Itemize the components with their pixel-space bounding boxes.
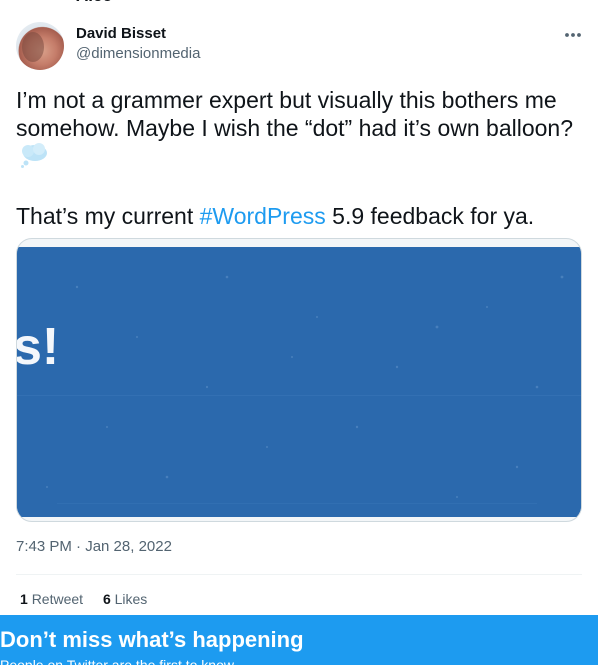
likes-label: Likes bbox=[114, 591, 148, 607]
media-texture bbox=[17, 247, 581, 517]
avatar[interactable] bbox=[16, 22, 64, 70]
likes-stat[interactable]: 6 Likes bbox=[103, 591, 147, 607]
thought-balloon-icon bbox=[20, 142, 48, 174]
banner-subtitle: People on Twitter are the first to know. bbox=[0, 657, 238, 665]
hashtag-link[interactable]: #WordPress bbox=[200, 203, 326, 229]
banner-title: Don’t miss what’s happening bbox=[0, 627, 304, 652]
more-dots-icon bbox=[565, 33, 581, 37]
previous-tweet-fragment: Alec bbox=[76, 0, 112, 6]
divider bbox=[16, 574, 582, 575]
more-options-button[interactable] bbox=[560, 22, 586, 48]
avatar-shade bbox=[22, 32, 44, 62]
retweets-stat[interactable]: 1 Retweet bbox=[20, 591, 83, 607]
tweet-line-1: I’m not a grammer expert but visually th… bbox=[16, 87, 573, 141]
retweets-count: 1 bbox=[20, 591, 28, 607]
tweet-media[interactable]: s! bbox=[16, 238, 582, 522]
media-visible-text: s! bbox=[17, 318, 60, 376]
author-display-name[interactable]: David Bisset bbox=[76, 25, 166, 42]
retweets-label: Retweet bbox=[31, 591, 84, 607]
tweet-stats: 1 Retweet 6 Likes bbox=[20, 591, 163, 607]
likes-count: 6 bbox=[102, 591, 111, 607]
signup-banner: Don’t miss what’s happening People on Tw… bbox=[0, 615, 598, 665]
tweet-text: I’m not a grammer expert but visually th… bbox=[16, 86, 584, 230]
tweet-line-2-prefix: That’s my current bbox=[16, 203, 200, 229]
author-handle[interactable]: @dimensionmedia bbox=[76, 45, 200, 62]
media-image: s! bbox=[17, 247, 581, 517]
tweet-timestamp[interactable]: 7:43 PM · Jan 28, 2022 bbox=[16, 538, 172, 555]
tweet-line-2-suffix: 5.9 feedback for ya. bbox=[325, 203, 535, 229]
